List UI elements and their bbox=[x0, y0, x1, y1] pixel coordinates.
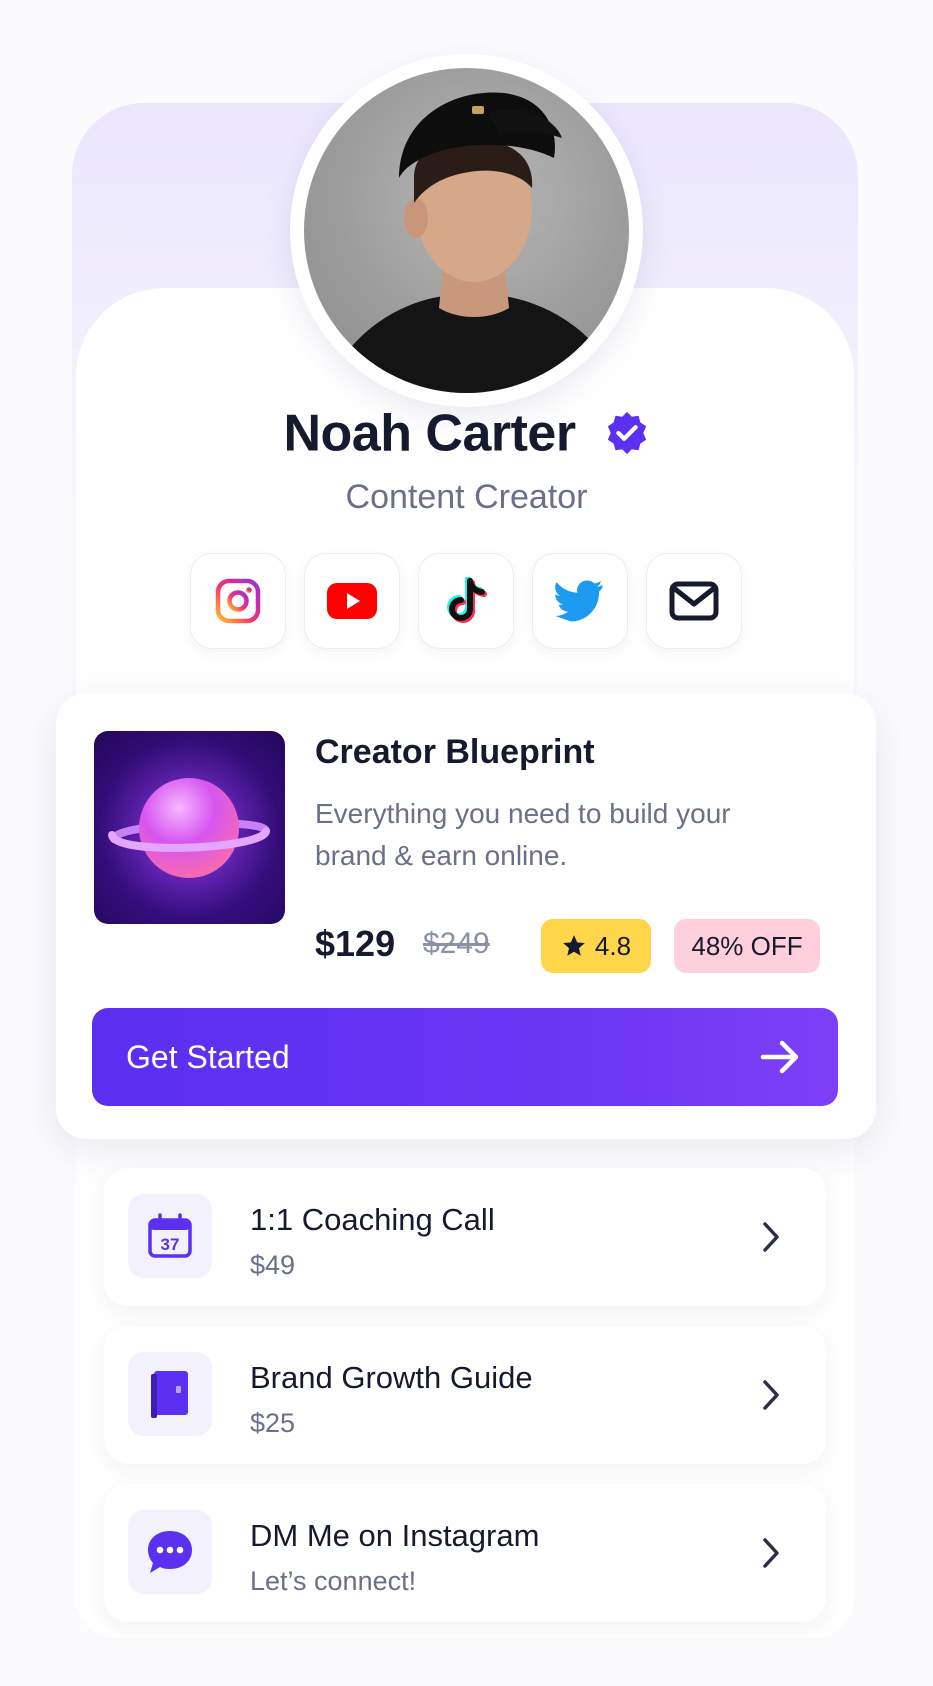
product-old-price: $249 bbox=[423, 927, 490, 960]
get-started-label: Get Started bbox=[126, 1038, 290, 1075]
instagram-button[interactable] bbox=[190, 553, 286, 649]
chat-bubble-icon bbox=[148, 1531, 192, 1573]
offer-icon-box bbox=[128, 1510, 212, 1594]
arrow-right-icon bbox=[760, 1040, 799, 1074]
tiktok-icon bbox=[447, 577, 487, 623]
offer-list: 37 1:1 Coaching Call $49 Brand Growth Gu… bbox=[104, 1168, 826, 1642]
discount-badge: 48% OFF bbox=[674, 919, 820, 973]
offer-icon-box bbox=[128, 1352, 212, 1436]
offer-icon-box: 37 bbox=[128, 1194, 212, 1278]
profile-name: Noah Carter bbox=[0, 400, 933, 463]
instagram-icon bbox=[215, 578, 261, 624]
offer-title: DM Me on Instagram bbox=[250, 1518, 540, 1553]
offer-price: $25 bbox=[250, 1408, 296, 1438]
tiktok-button[interactable] bbox=[418, 553, 514, 649]
offer-title: 1:1 Coaching Call bbox=[250, 1202, 495, 1237]
get-started-button[interactable]: Get Started bbox=[92, 1008, 838, 1106]
product-thumbnail bbox=[94, 731, 285, 924]
verified-badge-icon bbox=[607, 412, 646, 455]
creator-profile-page: Noah Carter Content Creator Creator Blue… bbox=[0, 0, 933, 1686]
offer-title: Brand Growth Guide bbox=[250, 1360, 533, 1395]
profile-role: Content Creator bbox=[345, 478, 588, 516]
featured-product-card[interactable]: Creator Blueprint Everything you need to… bbox=[56, 693, 876, 1139]
offer-item-dm-instagram[interactable]: DM Me on Instagram Let’s connect! bbox=[104, 1484, 826, 1622]
social-links bbox=[190, 553, 742, 649]
planet-icon bbox=[99, 738, 279, 918]
profile-name-text: Noah Carter bbox=[283, 404, 576, 463]
star-icon bbox=[563, 935, 585, 956]
avatar bbox=[304, 68, 629, 393]
mail-icon bbox=[669, 581, 719, 621]
rating-value: 4.8 bbox=[594, 930, 632, 961]
offer-subtitle: Let’s connect! bbox=[250, 1566, 417, 1596]
offer-price: $49 bbox=[250, 1250, 296, 1280]
offer-item-brand-guide[interactable]: Brand Growth Guide $25 bbox=[104, 1326, 826, 1464]
chevron-right-icon bbox=[763, 1538, 779, 1568]
offer-item-coaching[interactable]: 37 1:1 Coaching Call $49 bbox=[104, 1168, 826, 1306]
chevron-right-icon bbox=[763, 1380, 779, 1410]
product-description: Everything you need to build your brand … bbox=[315, 798, 731, 871]
youtube-icon bbox=[327, 583, 377, 619]
product-title: Creator Blueprint bbox=[315, 733, 595, 771]
book-icon bbox=[151, 1371, 188, 1418]
email-button[interactable] bbox=[646, 553, 742, 649]
avatar-portrait bbox=[324, 92, 624, 393]
rating-badge: 4.8 bbox=[541, 919, 651, 973]
calendar-icon: 37 bbox=[148, 1213, 192, 1258]
twitter-button[interactable] bbox=[532, 553, 628, 649]
youtube-button[interactable] bbox=[304, 553, 400, 649]
twitter-icon bbox=[555, 580, 603, 622]
calendar-day: 37 bbox=[161, 1235, 180, 1254]
chevron-right-icon bbox=[763, 1222, 779, 1252]
product-price: $129 bbox=[315, 923, 396, 964]
